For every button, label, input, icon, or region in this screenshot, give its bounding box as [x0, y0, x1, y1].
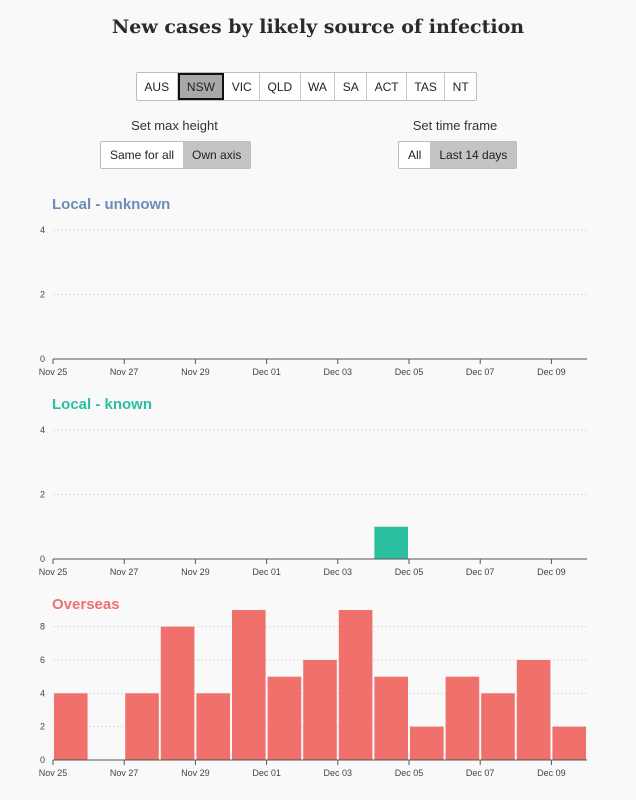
state-selector: AUS NSW VIC QLD WA SA ACT TAS NT: [136, 72, 477, 101]
chart-title-local-known: Local - known: [52, 396, 153, 413]
bar: [481, 693, 515, 760]
bar: [516, 660, 551, 760]
y-tick-label: 8: [40, 622, 45, 632]
bar: [196, 693, 230, 760]
x-tick-label: Dec 09: [537, 768, 566, 778]
x-tick-label: Dec 01: [252, 768, 281, 778]
x-tick-label: Dec 03: [324, 768, 353, 778]
max-height-label: Set max height: [131, 118, 218, 133]
bar: [267, 676, 302, 760]
state-button-wa[interactable]: WA: [301, 73, 336, 100]
x-tick-label: Dec 03: [324, 567, 353, 577]
y-tick-label: 0: [40, 554, 45, 564]
y-tick-label: 0: [40, 755, 45, 765]
y-tick-label: 4: [40, 425, 45, 435]
state-button-qld[interactable]: QLD: [260, 73, 301, 100]
x-tick-label: Nov 29: [181, 367, 210, 377]
y-tick-label: 6: [40, 655, 45, 665]
x-tick-label: Nov 25: [39, 367, 68, 377]
state-button-act[interactable]: ACT: [367, 73, 407, 100]
bar: [338, 610, 373, 760]
bar: [303, 660, 337, 760]
max-height-option-same-for-all[interactable]: Same for all: [101, 142, 183, 168]
x-tick-label: Nov 29: [181, 567, 210, 577]
bar: [410, 726, 444, 760]
x-tick-label: Dec 05: [395, 367, 424, 377]
y-tick-label: 4: [40, 688, 45, 698]
state-button-tas[interactable]: TAS: [407, 73, 446, 100]
x-tick-label: Dec 01: [252, 367, 281, 377]
y-tick-label: 2: [40, 290, 45, 300]
x-tick-label: Nov 25: [39, 768, 68, 778]
bar: [374, 526, 408, 559]
bar: [54, 693, 88, 760]
chart-overseas: 0 2 4 6 8 Nov 25 Nov 27 Nov 29 Dec 01 Dec 03 Dec 0…: [39, 610, 587, 778]
max-height-toggle: Same for all Own axis: [100, 141, 252, 169]
x-tick-label: Dec 05: [395, 768, 424, 778]
state-button-nsw[interactable]: NSW: [177, 73, 225, 100]
page-title: New cases by likely source of infection: [111, 16, 525, 38]
x-tick-label: Dec 09: [537, 567, 566, 577]
time-frame-label: Set time frame: [412, 118, 498, 133]
time-frame-option-all[interactable]: All: [399, 142, 430, 168]
x-tick-label: Nov 25: [39, 567, 68, 577]
bar: [232, 610, 266, 760]
x-tick-label: Dec 03: [324, 367, 353, 377]
x-tick-label: Dec 01: [252, 567, 281, 577]
x-tick-label: Dec 07: [466, 367, 495, 377]
time-frame-toggle: All Last 14 days: [398, 141, 518, 169]
bar: [125, 693, 159, 760]
chart-local-known: 0 2 4 Nov 25 Nov 27 Nov 29 Dec 01 Dec 03 Dec 05 D…: [39, 425, 587, 577]
x-tick-label: Nov 27: [110, 768, 139, 778]
chart-title-local-unknown: Local - unknown: [52, 196, 171, 213]
bar: [160, 626, 195, 760]
x-tick-label: Dec 09: [537, 367, 566, 377]
chart-local-unknown: 0 2 4 Nov 25 Nov 27 Nov 29 Dec 01 Dec 03 Dec 05 D…: [39, 225, 587, 377]
state-button-aus[interactable]: AUS: [137, 73, 178, 100]
state-button-vic[interactable]: VIC: [224, 73, 261, 100]
state-button-sa[interactable]: SA: [335, 73, 368, 100]
y-tick-label: 0: [40, 354, 45, 364]
bar: [445, 676, 480, 760]
x-tick-label: Nov 27: [110, 567, 139, 577]
state-button-nt[interactable]: NT: [445, 73, 476, 100]
x-tick-label: Nov 27: [110, 367, 139, 377]
x-tick-label: Nov 29: [181, 768, 210, 778]
y-tick-label: 2: [40, 722, 45, 732]
y-tick-label: 2: [40, 490, 45, 500]
y-tick-label: 4: [40, 225, 45, 235]
x-tick-label: Dec 05: [395, 567, 424, 577]
bar: [374, 676, 408, 760]
bar: [552, 726, 586, 760]
max-height-option-own-axis[interactable]: Own axis: [183, 142, 251, 168]
x-tick-label: Dec 07: [466, 768, 495, 778]
time-frame-option-last-14-days[interactable]: Last 14 days: [430, 142, 517, 168]
x-tick-label: Dec 07: [466, 567, 495, 577]
